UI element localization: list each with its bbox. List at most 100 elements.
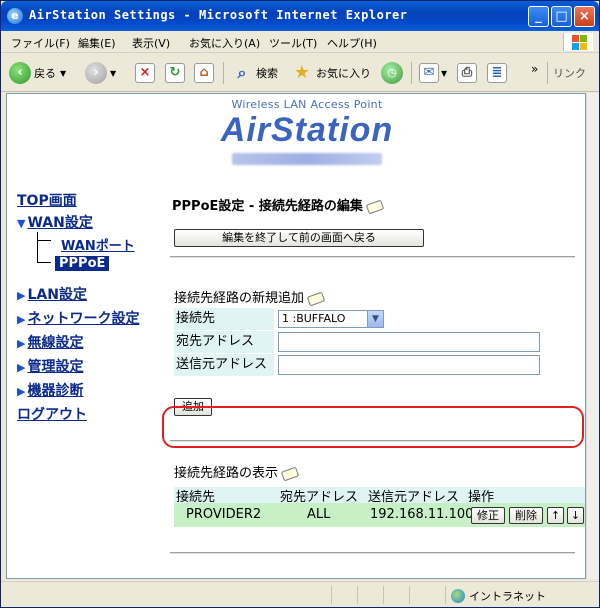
title-bar: e AirStation Settings - Microsoft Intern… bbox=[1, 1, 599, 31]
status-divider bbox=[383, 586, 384, 604]
print-button[interactable]: ⎙ bbox=[457, 60, 477, 86]
history-icon: ◷ bbox=[381, 62, 403, 84]
src-address-label: 送信元アドレス bbox=[174, 354, 274, 376]
help-pencil-icon[interactable] bbox=[306, 291, 326, 306]
nav-wan-label: WAN設定 bbox=[27, 215, 93, 231]
nav-admin[interactable]: ▶ 管理設定 bbox=[17, 356, 83, 376]
row-destination: PROVIDER2 bbox=[186, 507, 262, 522]
toolbar-overflow-icon[interactable]: » bbox=[531, 56, 538, 82]
favorites-button[interactable]: ★ お気に入り bbox=[291, 60, 371, 86]
status-divider bbox=[409, 586, 410, 604]
zone-label: イントラネット bbox=[469, 590, 546, 603]
mail-button[interactable]: ✉ ▼ bbox=[419, 60, 447, 86]
menu-view[interactable]: 表示(V) bbox=[132, 35, 170, 51]
back-button[interactable]: ‹ 戻る ▼ bbox=[9, 60, 66, 86]
help-pencil-icon[interactable] bbox=[365, 199, 385, 214]
refresh-button[interactable]: ↻ bbox=[165, 60, 185, 86]
menu-help[interactable]: ヘルプ(H) bbox=[327, 35, 377, 51]
table-row: PROVIDER2 ALL 192.168.11.100 修正 削除 ↑ ↓ bbox=[174, 503, 585, 527]
chevron-down-icon: ▼ bbox=[60, 68, 67, 78]
maximize-button[interactable]: □ bbox=[551, 6, 572, 27]
divider bbox=[170, 256, 575, 257]
close-button[interactable]: × bbox=[574, 6, 595, 27]
forward-arrow-icon: › bbox=[85, 62, 107, 84]
triangle-right-icon: ▶ bbox=[17, 289, 26, 302]
delete-button[interactable]: 削除 bbox=[509, 507, 543, 524]
toolbar-separator bbox=[547, 62, 548, 84]
nav-logout[interactable]: ログアウト bbox=[17, 404, 87, 424]
logo-subtitle: Wireless LAN Access Point bbox=[231, 98, 383, 111]
vertical-scrollbar[interactable] bbox=[586, 93, 599, 579]
nav-lan-label: LAN設定 bbox=[27, 287, 87, 303]
ie-icon: e bbox=[7, 8, 23, 24]
add-button[interactable]: 追加 bbox=[174, 398, 212, 416]
nav-pppoe[interactable]: PPPoE bbox=[55, 256, 110, 271]
help-pencil-icon[interactable] bbox=[280, 466, 300, 481]
divider bbox=[170, 440, 575, 441]
nav-top[interactable]: TOP画面 bbox=[17, 190, 77, 210]
status-divider bbox=[445, 586, 446, 604]
status-divider bbox=[357, 586, 358, 604]
tree-line bbox=[37, 262, 51, 263]
add-section-title-text: 接続先経路の新規追加 bbox=[174, 291, 305, 306]
back-to-previous-button[interactable]: 編集を終了して前の画面へ戻る bbox=[174, 229, 424, 247]
toolbar-separator bbox=[223, 62, 224, 84]
triangle-down-icon: ▼ bbox=[17, 217, 26, 230]
move-down-button[interactable]: ↓ bbox=[567, 507, 584, 524]
airstation-logo: Wireless LAN Access Point AirStation bbox=[187, 98, 427, 165]
search-icon: ⌕ bbox=[237, 63, 247, 82]
nav-diag[interactable]: ▶ 機器診断 bbox=[17, 380, 83, 400]
nav-network[interactable]: ▶ ネットワーク設定 bbox=[17, 308, 139, 328]
row-dest-address: ALL bbox=[307, 507, 331, 522]
home-button[interactable]: ⌂ bbox=[194, 60, 214, 86]
page-content: Wireless LAN Access Point AirStation TOP… bbox=[6, 93, 586, 579]
refresh-icon: ↻ bbox=[165, 63, 185, 83]
edit-page-button[interactable]: ≣ bbox=[487, 60, 507, 86]
move-up-button[interactable]: ↑ bbox=[547, 507, 564, 524]
links-button[interactable]: リンク bbox=[553, 60, 586, 86]
destination-row: 接続先 1 :BUFFALO ▼ bbox=[174, 308, 539, 330]
nav-wireless[interactable]: ▶ 無線設定 bbox=[17, 332, 83, 352]
src-address-input[interactable] bbox=[278, 355, 540, 375]
menu-file[interactable]: ファイル(F) bbox=[11, 35, 70, 51]
menu-bar: ファイル(F) 編集(E) 表示(V) お気に入り(A) ツール(T) ヘルプ(… bbox=[1, 31, 599, 53]
menu-tools[interactable]: ツール(T) bbox=[269, 35, 317, 51]
security-zone: イントラネット bbox=[451, 588, 546, 604]
blurred-model-text bbox=[232, 153, 382, 165]
minimize-button[interactable]: _ bbox=[528, 6, 549, 27]
edit-button[interactable]: 修正 bbox=[471, 507, 505, 524]
nav-lan[interactable]: ▶ LAN設定 bbox=[17, 284, 87, 304]
nav-wan-port[interactable]: WANポート bbox=[61, 235, 135, 254]
mail-icon: ✉ bbox=[419, 63, 439, 83]
toolbar-separator bbox=[411, 62, 412, 84]
tree-line bbox=[37, 240, 51, 241]
destination-select[interactable]: 1 :BUFFALO ▼ bbox=[278, 310, 384, 328]
status-bar: イントラネット bbox=[1, 581, 599, 607]
window-title: AirStation Settings - Microsoft Internet… bbox=[29, 8, 408, 22]
forward-button[interactable]: › ▼ bbox=[85, 60, 116, 86]
nav-diag-label: 機器診断 bbox=[27, 383, 84, 399]
dest-address-row: 宛先アドレス bbox=[174, 331, 540, 353]
search-label: 検索 bbox=[256, 67, 278, 80]
stop-button[interactable]: × bbox=[135, 60, 155, 86]
route-list-header: 接続先 宛先アドレス 送信元アドレス 操作 bbox=[174, 487, 585, 505]
page-title-text: PPPoE設定 - 接続先経路の編集 bbox=[172, 199, 363, 214]
back-label: 戻る bbox=[34, 67, 56, 80]
menu-favorites[interactable]: お気に入り(A) bbox=[189, 35, 260, 51]
list-section-title: 接続先経路の表示 bbox=[174, 462, 300, 481]
printer-icon: ⎙ bbox=[457, 63, 477, 83]
history-button[interactable]: ◷ bbox=[381, 60, 406, 86]
triangle-right-icon: ▶ bbox=[17, 361, 26, 374]
menu-edit[interactable]: 編集(E) bbox=[78, 35, 116, 51]
chevron-down-icon: ▼ bbox=[110, 68, 117, 78]
browser-window: e AirStation Settings - Microsoft Intern… bbox=[0, 0, 600, 608]
star-icon: ★ bbox=[293, 62, 311, 83]
dest-address-input[interactable] bbox=[278, 332, 540, 352]
dest-address-label: 宛先アドレス bbox=[174, 331, 274, 353]
nav-wan[interactable]: ▼ WAN設定 bbox=[17, 212, 93, 232]
search-button[interactable]: ⌕ 検索 bbox=[231, 60, 278, 86]
chevron-down-icon: ▼ bbox=[441, 68, 448, 78]
row-src-address: 192.168.11.100 bbox=[370, 507, 474, 522]
home-icon: ⌂ bbox=[194, 63, 214, 83]
windows-logo-icon bbox=[563, 33, 593, 51]
